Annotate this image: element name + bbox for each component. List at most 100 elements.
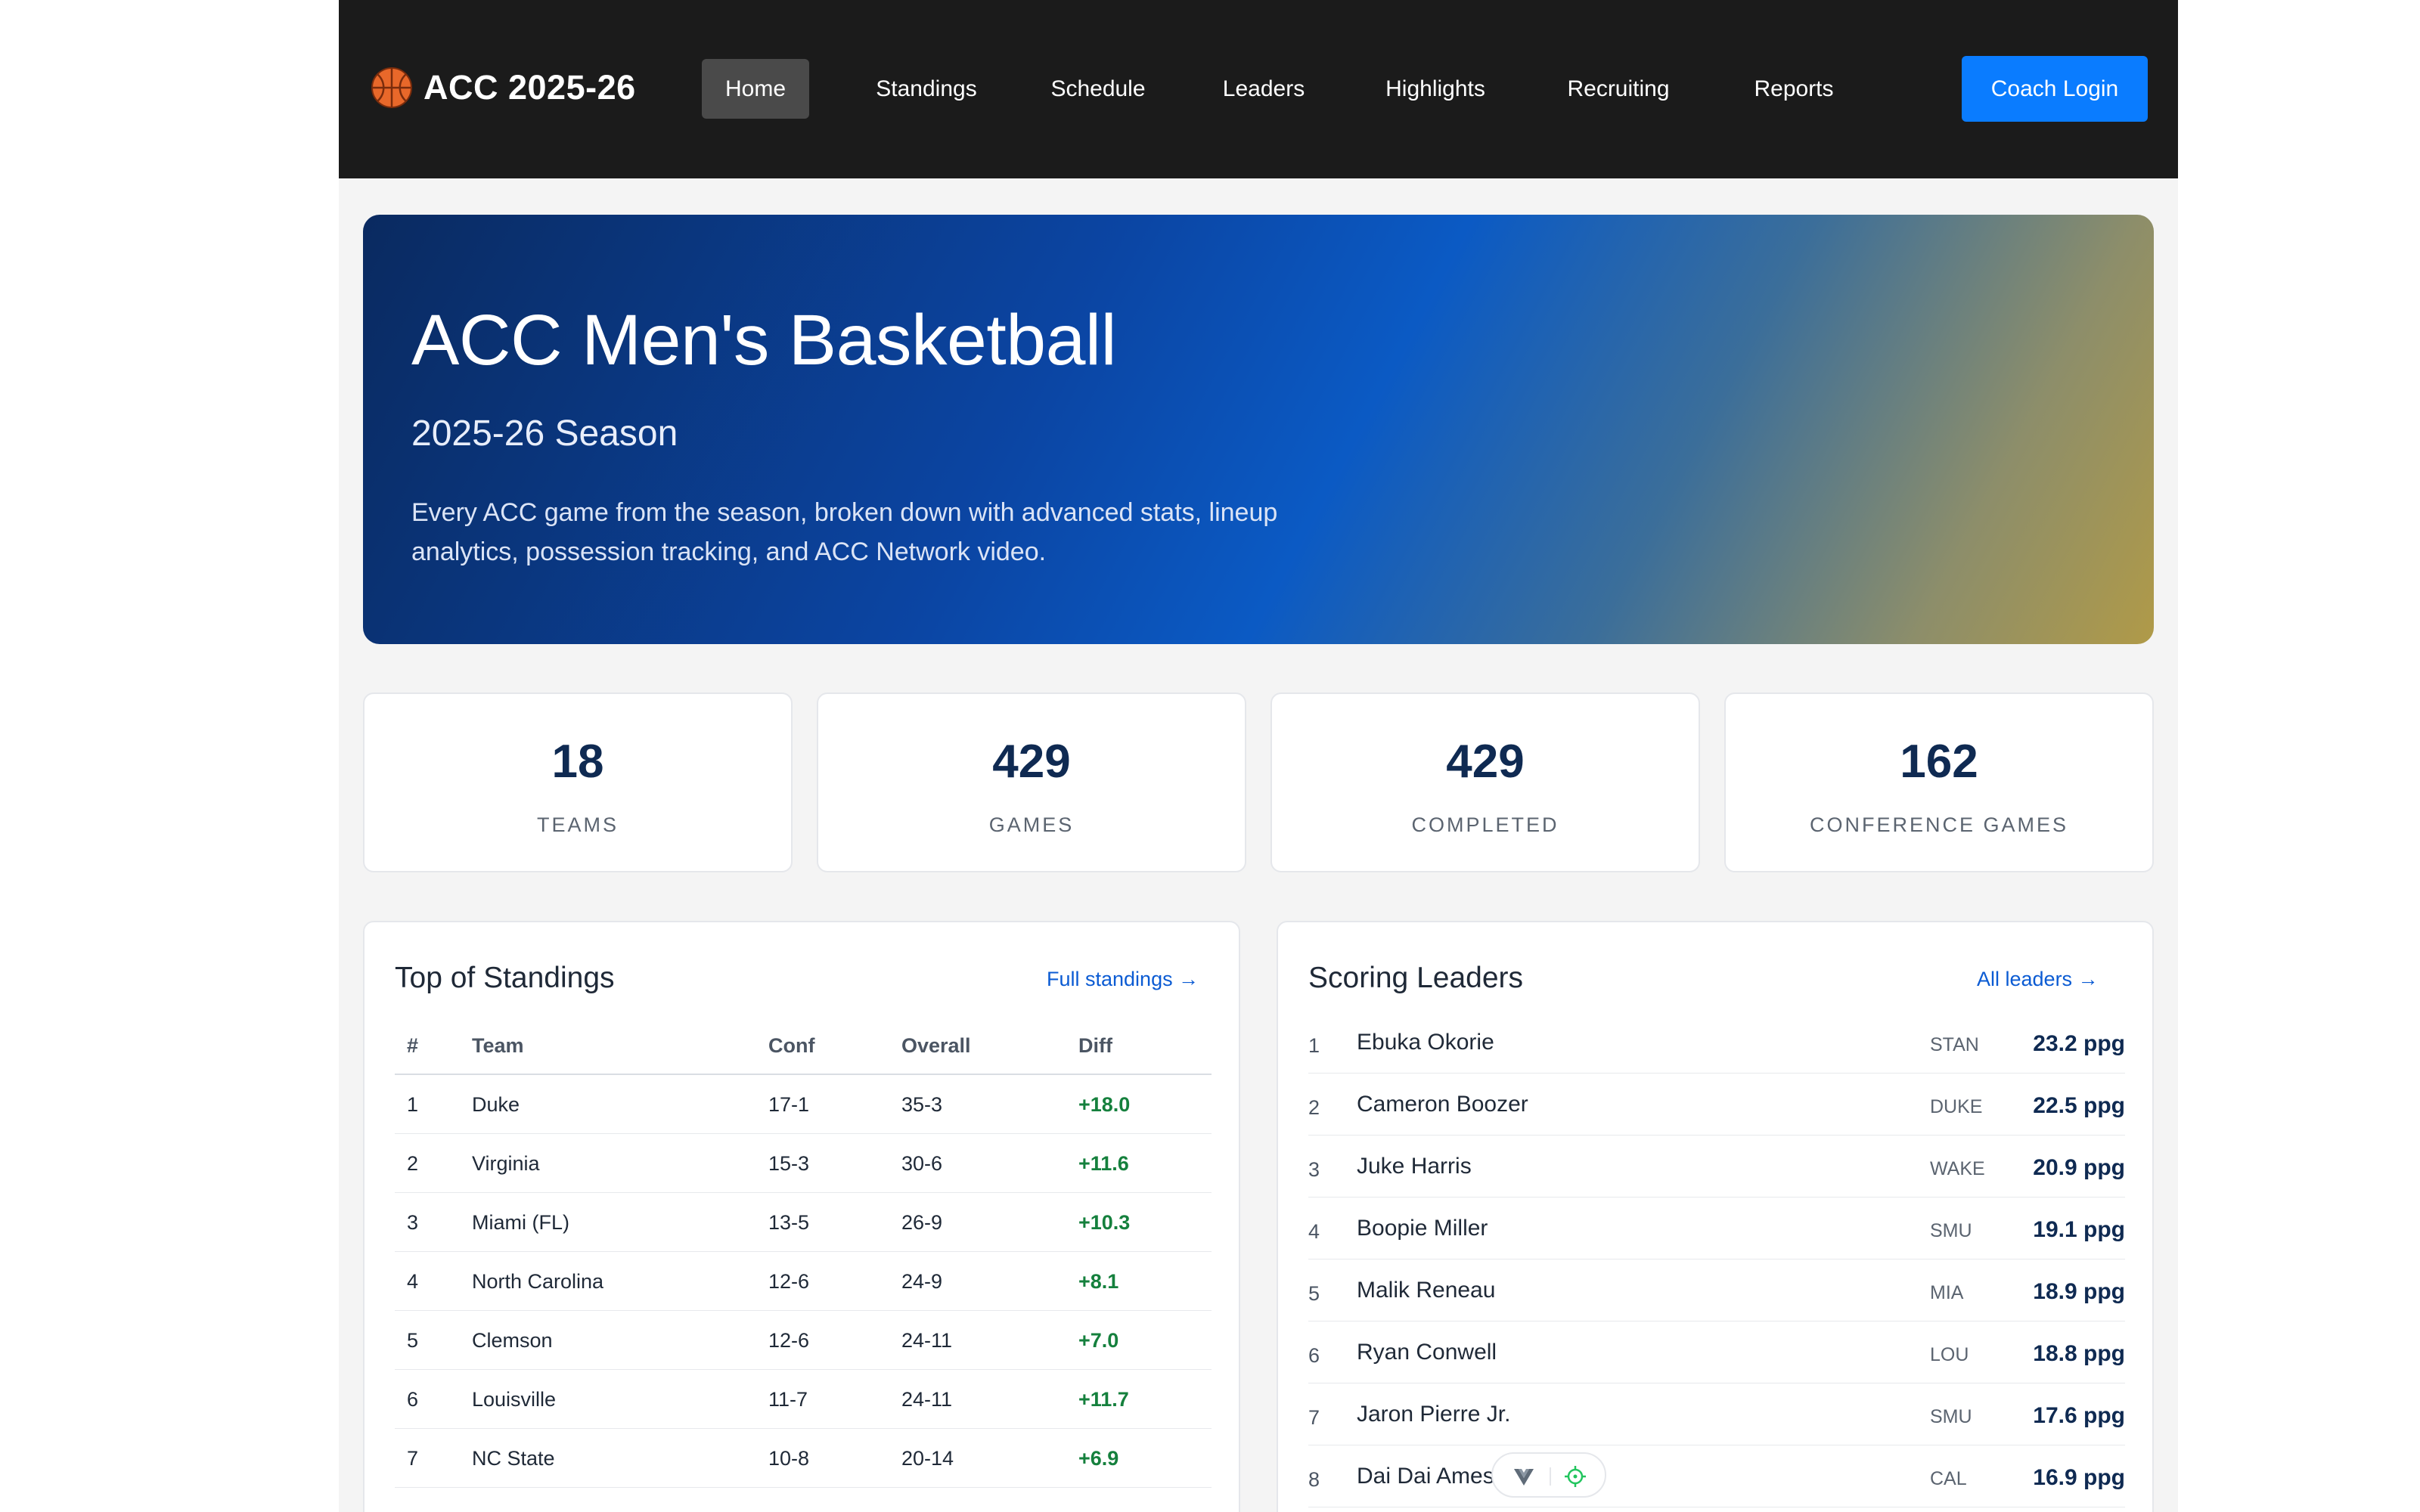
- toolbar-separator: [1550, 1467, 1551, 1486]
- nav-schedule[interactable]: Schedule: [1038, 59, 1159, 119]
- standings-panel: Top of Standings Full standings → # Team…: [363, 921, 1240, 1512]
- leader-rank: 4: [1308, 1220, 1320, 1243]
- col-overall-header[interactable]: Overall: [901, 1034, 971, 1058]
- team-cell[interactable]: NC State: [472, 1447, 555, 1470]
- full-standings-link[interactable]: Full standings →: [1047, 968, 1199, 991]
- list-item[interactable]: 1 Ebuka Okorie STAN 23.2 ppg: [1308, 1012, 2125, 1074]
- stat-value: 429: [1446, 736, 1525, 788]
- hero-banner: ACC Men's Basketball 2025-26 Season Ever…: [363, 215, 2154, 644]
- leader-team: MIA: [1930, 1282, 1964, 1303]
- leader-value: 20.9 ppg: [2033, 1155, 2125, 1180]
- stat-label: CONFERENCE GAMES: [1809, 813, 2069, 836]
- leader-rank: 2: [1308, 1096, 1320, 1119]
- team-cell[interactable]: Virginia: [472, 1152, 540, 1176]
- leader-name[interactable]: Ryan Conwell: [1357, 1340, 1497, 1365]
- col-diff-header[interactable]: Diff: [1078, 1034, 1112, 1058]
- diff-cell: +8.1: [1078, 1270, 1119, 1293]
- stat-value: 18: [551, 736, 604, 788]
- leader-value: 16.9 ppg: [2033, 1465, 2125, 1490]
- stat-card-completed: 429 COMPLETED: [1270, 692, 1700, 872]
- stat-card-conference-games: 162 CONFERENCE GAMES: [1724, 692, 2154, 872]
- rank-cell: 6: [407, 1388, 419, 1411]
- leader-team: STAN: [1930, 1034, 1979, 1055]
- leader-rank: 8: [1308, 1468, 1320, 1491]
- hero-description: Every ACC game from the season, broken d…: [411, 498, 1278, 566]
- team-cell[interactable]: Louisville: [472, 1388, 556, 1411]
- rank-cell: 4: [407, 1270, 419, 1293]
- list-item[interactable]: 3 Juke Harris WAKE 20.9 ppg: [1308, 1136, 2125, 1198]
- rank-cell: 7: [407, 1447, 419, 1470]
- rank-cell: 2: [407, 1152, 419, 1175]
- overall-cell: 24-9: [901, 1270, 943, 1293]
- leader-value: 22.5 ppg: [2033, 1093, 2125, 1118]
- list-item[interactable]: 2 Cameron Boozer DUKE 22.5 ppg: [1308, 1074, 2125, 1136]
- top-navbar: ACC 2025-26 Home Standings Schedule Lead…: [339, 0, 2178, 178]
- list-item[interactable]: 7 Jaron Pierre Jr. SMU 17.6 ppg: [1308, 1383, 2125, 1445]
- leader-name[interactable]: Boopie Miller: [1357, 1216, 1488, 1241]
- team-cell[interactable]: Miami (FL): [472, 1211, 569, 1235]
- col-conf-header[interactable]: Conf: [768, 1034, 814, 1058]
- stat-value: 429: [992, 736, 1071, 788]
- rank-cell: 3: [407, 1211, 419, 1234]
- leader-name[interactable]: Jaron Pierre Jr.: [1357, 1402, 1510, 1427]
- overall-cell: 24-11: [901, 1388, 953, 1411]
- stat-label: TEAMS: [536, 813, 619, 836]
- nav-highlights[interactable]: Highlights: [1370, 59, 1500, 119]
- list-item[interactable]: 4 Boopie Miller SMU 19.1 ppg: [1308, 1198, 2125, 1259]
- leader-name[interactable]: Cameron Boozer: [1357, 1092, 1528, 1117]
- list-item[interactable]: 8 Dai Dai Ames CAL 16.9 ppg: [1308, 1445, 2125, 1507]
- nav-standings[interactable]: Standings: [864, 59, 989, 119]
- hero-subtitle: 2025-26 Season: [411, 414, 678, 454]
- col-rank-header[interactable]: #: [407, 1034, 418, 1058]
- vue-devtools-icon[interactable]: [1512, 1465, 1535, 1488]
- leader-name[interactable]: Dai Dai Ames: [1357, 1464, 1494, 1489]
- rank-cell: 5: [407, 1329, 419, 1352]
- leader-value: 23.2 ppg: [2033, 1031, 2125, 1056]
- leader-team: WAKE: [1930, 1158, 1985, 1179]
- team-cell[interactable]: Duke: [472, 1093, 520, 1117]
- leader-name[interactable]: Ebuka Okorie: [1357, 1030, 1494, 1055]
- floating-devtools-toolbar: [1491, 1452, 1606, 1498]
- crosshair-target-icon[interactable]: [1564, 1465, 1587, 1488]
- nav-recruiting[interactable]: Recruiting: [1549, 59, 1688, 119]
- table-row[interactable]: 6 Louisville 11-7 24-11 +11.7: [395, 1370, 1212, 1429]
- coach-login-button[interactable]: Coach Login: [1962, 56, 2148, 122]
- conf-cell: 15-3: [768, 1152, 810, 1175]
- overall-cell: 35-3: [901, 1093, 943, 1116]
- team-cell[interactable]: Clemson: [472, 1329, 553, 1352]
- table-row[interactable]: 1 Duke 17-1 35-3 +18.0: [395, 1075, 1212, 1134]
- list-item[interactable]: 6 Ryan Conwell LOU 18.8 ppg: [1308, 1321, 2125, 1383]
- leader-rank: 3: [1308, 1158, 1320, 1181]
- brand[interactable]: ACC 2025-26: [371, 65, 636, 110]
- conf-cell: 12-6: [768, 1270, 810, 1293]
- leader-name[interactable]: Malik Reneau: [1357, 1278, 1495, 1303]
- nav-home[interactable]: Home: [702, 59, 809, 119]
- table-row[interactable]: 4 North Carolina 12-6 24-9 +8.1: [395, 1252, 1212, 1311]
- table-row[interactable]: 7 NC State 10-8 20-14 +6.9: [395, 1429, 1212, 1488]
- leader-name[interactable]: Juke Harris: [1357, 1154, 1472, 1179]
- stat-card-games: 429 GAMES: [817, 692, 1246, 872]
- overall-cell: 30-6: [901, 1152, 943, 1175]
- leaders-title: Scoring Leaders: [1308, 962, 1524, 994]
- leader-rank: 5: [1308, 1282, 1320, 1305]
- conf-cell: 12-6: [768, 1329, 810, 1352]
- nav-leaders[interactable]: Leaders: [1207, 59, 1320, 119]
- leader-team: LOU: [1930, 1344, 1969, 1365]
- table-row[interactable]: 2 Virginia 15-3 30-6 +11.6: [395, 1134, 1212, 1193]
- all-leaders-link[interactable]: All leaders →: [1977, 968, 2099, 991]
- diff-cell: +11.7: [1078, 1388, 1129, 1411]
- nav-reports[interactable]: Reports: [1736, 59, 1851, 119]
- list-item[interactable]: 5 Malik Reneau MIA 18.9 ppg: [1308, 1259, 2125, 1321]
- stat-value: 162: [1900, 736, 1978, 788]
- conf-cell: 10-8: [768, 1447, 810, 1470]
- overall-cell: 20-14: [901, 1447, 954, 1470]
- table-row[interactable]: 3 Miami (FL) 13-5 26-9 +10.3: [395, 1193, 1212, 1252]
- stat-card-teams: 18 TEAMS: [363, 692, 793, 872]
- leader-team: CAL: [1930, 1468, 1967, 1489]
- leader-team: DUKE: [1930, 1096, 1983, 1117]
- col-team-header[interactable]: Team: [472, 1034, 524, 1058]
- stat-label: GAMES: [988, 813, 1075, 836]
- table-row[interactable]: 5 Clemson 12-6 24-11 +7.0: [395, 1311, 1212, 1370]
- basketball-icon: [371, 67, 412, 108]
- team-cell[interactable]: North Carolina: [472, 1270, 603, 1294]
